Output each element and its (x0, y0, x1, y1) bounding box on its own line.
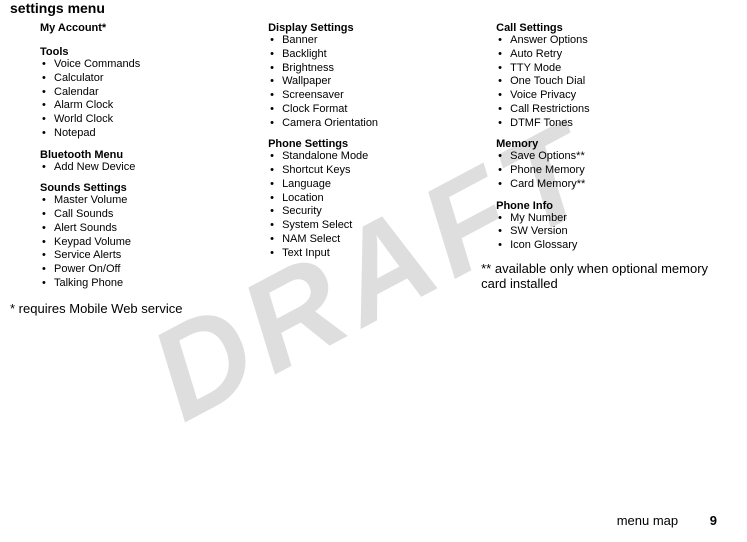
list: Answer Options Auto Retry TTY Mode One T… (496, 34, 725, 130)
list-item: Shortcut Keys (282, 164, 476, 178)
section-header: Call Settings (496, 22, 725, 34)
list-item: Alarm Clock (54, 99, 248, 113)
list-item: Location (282, 192, 476, 206)
list-item: Camera Orientation (282, 117, 476, 131)
list-item: Calendar (54, 86, 248, 100)
page-footer: menu map 9 (617, 513, 717, 528)
list-item: Save Options** (510, 150, 725, 164)
section-header: Memory (496, 138, 725, 150)
list-item: Add New Device (54, 161, 248, 175)
list: Standalone Mode Shortcut Keys Language L… (268, 150, 476, 260)
section-header: Display Settings (268, 22, 476, 34)
page-content: settings menu My Account* Tools Voice Co… (0, 0, 747, 316)
list-item: Text Input (282, 247, 476, 261)
list: Voice Commands Calculator Calendar Alarm… (40, 58, 248, 141)
list-item: Calculator (54, 72, 248, 86)
list: Banner Backlight Brightness Wallpaper Sc… (268, 34, 476, 130)
list-item: One Touch Dial (510, 75, 725, 89)
list-item: Keypad Volume (54, 236, 248, 250)
list-item: Card Memory** (510, 178, 725, 192)
list-item: Auto Retry (510, 48, 725, 62)
list-item: DTMF Tones (510, 117, 725, 131)
list-item: TTY Mode (510, 62, 725, 76)
list: Master Volume Call Sounds Alert Sounds K… (40, 194, 248, 290)
list-item: Voice Commands (54, 58, 248, 72)
list-item: Alert Sounds (54, 222, 248, 236)
list-item: Call Sounds (54, 208, 248, 222)
list-item: Power On/Off (54, 263, 248, 277)
column-1: My Account* Tools Voice Commands Calcula… (10, 22, 248, 316)
columns: My Account* Tools Voice Commands Calcula… (10, 22, 737, 316)
list-item: NAM Select (282, 233, 476, 247)
list-item: SW Version (510, 225, 725, 239)
list-item: Brightness (282, 62, 476, 76)
section-header: Tools (40, 46, 248, 58)
section-header: Phone Settings (268, 138, 476, 150)
column-2: Display Settings Banner Backlight Bright… (268, 22, 476, 316)
section-header: Phone Info (496, 200, 725, 212)
list-item: Security (282, 205, 476, 219)
section-header: My Account* (40, 22, 248, 34)
page-title: settings menu (10, 0, 737, 16)
footer-label: menu map (617, 513, 678, 528)
list: Add New Device (40, 161, 248, 175)
list-item: Voice Privacy (510, 89, 725, 103)
list: My Number SW Version Icon Glossary (496, 212, 725, 253)
list-item: Backlight (282, 48, 476, 62)
section-header: Bluetooth Menu (40, 149, 248, 161)
list-item: Service Alerts (54, 249, 248, 263)
list-item: Call Restrictions (510, 103, 725, 117)
list: Save Options** Phone Memory Card Memory*… (496, 150, 725, 191)
list-item: Icon Glossary (510, 239, 725, 253)
list-item: Master Volume (54, 194, 248, 208)
list-item: Standalone Mode (282, 150, 476, 164)
list-item: Phone Memory (510, 164, 725, 178)
list-item: Screensaver (282, 89, 476, 103)
column-3: Call Settings Answer Options Auto Retry … (496, 22, 737, 316)
footnote-right: ** available only when optional memory c… (481, 261, 725, 291)
list-item: System Select (282, 219, 476, 233)
page-number: 9 (710, 513, 717, 528)
list-item: Talking Phone (54, 277, 248, 291)
list-item: Banner (282, 34, 476, 48)
list-item: My Number (510, 212, 725, 226)
list-item: Wallpaper (282, 75, 476, 89)
list-item: Notepad (54, 127, 248, 141)
list-item: Answer Options (510, 34, 725, 48)
list-item: World Clock (54, 113, 248, 127)
list-item: Clock Format (282, 103, 476, 117)
footnote-left: * requires Mobile Web service (10, 301, 248, 316)
list-item: Language (282, 178, 476, 192)
section-header: Sounds Settings (40, 182, 248, 194)
